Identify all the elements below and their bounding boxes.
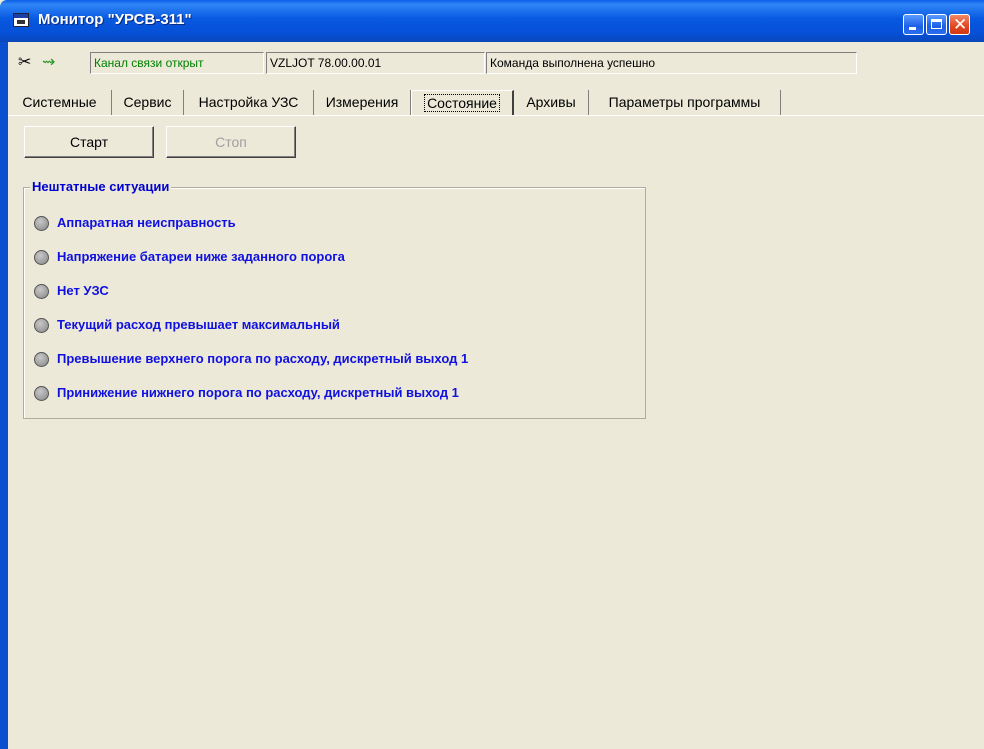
status-led-icon (34, 352, 49, 367)
maximize-icon (931, 19, 942, 29)
disconnect-icon[interactable]: ✂ (18, 54, 31, 72)
tab-measurements[interactable]: Измерения (314, 90, 411, 116)
stop-button[interactable]: Стоп (166, 126, 296, 158)
window-titlebar[interactable]: Монитор "УРСВ-311" ✕ (0, 0, 984, 42)
tab-archives[interactable]: Архивы (514, 90, 589, 116)
alarm-label: Превышение верхнего порога по расходу, д… (57, 351, 469, 366)
command-status: Команда выполнена успешно (486, 52, 857, 74)
start-button[interactable]: Старт (24, 126, 154, 158)
status-led-icon (34, 216, 49, 231)
close-icon: ✕ (953, 15, 968, 35)
tab-uzs-settings[interactable]: Настройка УЗС (184, 90, 314, 116)
alarm-label: Аппаратная неисправность (57, 215, 236, 230)
tab-state[interactable]: Состояние (411, 90, 514, 116)
status-bar: ✂ ⇝ Канал связи открыт VZLJOT 78.00.00.0… (8, 52, 984, 76)
alarms-group: Нештатные ситуации Аппаратная неисправно… (23, 179, 646, 419)
status-led-icon (34, 284, 49, 299)
minimize-icon (909, 27, 916, 30)
minimize-button[interactable] (903, 14, 924, 35)
alarm-label: Текущий расход превышает максимальный (57, 317, 340, 332)
app-window-icon[interactable] (13, 13, 29, 27)
window-left-border (0, 42, 8, 749)
device-version: VZLJOT 78.00.00.01 (266, 52, 485, 74)
tab-divider (8, 115, 984, 116)
alarm-label: Напряжение батареи ниже заданного порога (57, 249, 345, 264)
tab-system[interactable]: Системные (8, 90, 112, 116)
plug-icon[interactable]: ⇝ (42, 54, 55, 72)
window-title: Монитор "УРСВ-311" (38, 11, 192, 28)
alarm-label: Нет УЗС (57, 283, 109, 298)
status-led-icon (34, 318, 49, 333)
tab-strip: Системные Сервис Настройка УЗС Измерения… (8, 90, 788, 116)
maximize-button[interactable] (926, 14, 947, 35)
channel-status: Канал связи открыт (90, 52, 264, 74)
alarm-label: Принижение нижнего порога по расходу, ди… (57, 385, 459, 400)
close-button[interactable]: ✕ (949, 14, 970, 35)
status-led-icon (34, 250, 49, 265)
alarms-group-title: Нештатные ситуации (30, 179, 172, 194)
status-led-icon (34, 386, 49, 401)
client-area: ✂ ⇝ Канал связи открыт VZLJOT 78.00.00.0… (8, 42, 984, 749)
tab-program-settings[interactable]: Параметры программы (589, 90, 781, 116)
tab-service[interactable]: Сервис (112, 90, 184, 116)
